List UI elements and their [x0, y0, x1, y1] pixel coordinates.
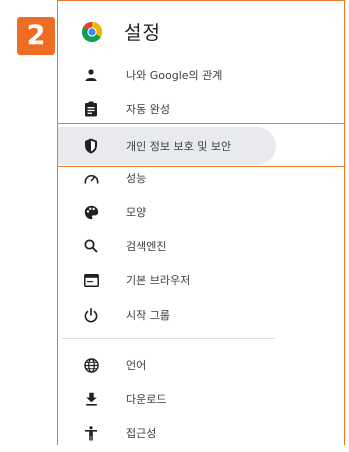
sidebar-item-appearance[interactable]: 모양 [62, 193, 290, 231]
browser-window-icon [81, 270, 101, 290]
sidebar-item-label: 접근성 [126, 427, 157, 440]
menu-divider [62, 338, 275, 339]
power-icon [81, 305, 101, 325]
page-title: 설정 [124, 22, 161, 44]
palette-icon [81, 202, 101, 222]
search-icon [81, 236, 101, 256]
sidebar-item-downloads[interactable]: 다운로드 [62, 380, 290, 418]
clipboard-icon [81, 99, 101, 119]
sidebar-item-on-startup[interactable]: 시작 그룹 [62, 296, 290, 334]
sidebar-item-label: 시작 그룹 [126, 309, 170, 322]
sidebar-item-label: 다운로드 [126, 393, 167, 406]
sidebar-item-label: 나와 Google의 관계 [126, 69, 223, 82]
accessibility-icon [81, 423, 101, 443]
sidebar-item-label: 검색엔진 [126, 240, 167, 253]
sidebar-item-label: 언어 [126, 359, 147, 372]
sidebar-item-label: 모양 [126, 206, 147, 219]
settings-header: 설정 [82, 18, 161, 45]
person-icon [81, 65, 101, 85]
sidebar-item-you-and-google[interactable]: 나와 Google의 관계 [62, 56, 290, 94]
sidebar-item-search-engine[interactable]: 검색엔진 [62, 227, 290, 265]
sidebar-item-performance[interactable]: 성능 [62, 159, 290, 197]
step-badge: 2 [17, 17, 55, 55]
sidebar-item-label: 성능 [126, 172, 147, 185]
sidebar-item-accessibility[interactable]: 접근성 [62, 414, 290, 452]
sidebar-item-label: 기본 브라우저 [126, 274, 191, 287]
speedometer-icon [81, 168, 101, 188]
chrome-logo-icon [82, 21, 102, 42]
download-icon [81, 389, 101, 409]
sidebar-item-default-browser[interactable]: 기본 브라우저 [62, 261, 290, 299]
globe-icon [81, 355, 101, 375]
sidebar-item-languages[interactable]: 언어 [62, 346, 290, 384]
sidebar-item-label: 자동 완성 [126, 103, 170, 116]
